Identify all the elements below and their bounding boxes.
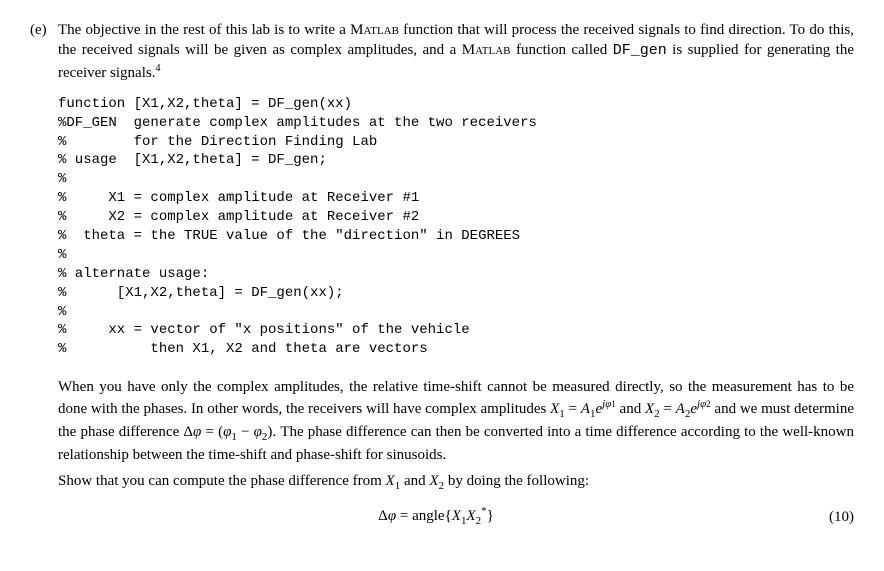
- prompt-X2: X: [429, 473, 438, 489]
- code-line-11: % [X1,X2,theta] = DF_gen(xx);: [58, 285, 344, 301]
- math-close: ).: [267, 424, 280, 440]
- math-eq1: =: [565, 401, 581, 417]
- prompt-and: and: [400, 473, 429, 489]
- intro-paragraph: The objective in the rest of this lab is…: [58, 20, 854, 83]
- equation-number: (10): [814, 507, 854, 527]
- code-line-6: % X1 = complex amplitude at Receiver #1: [58, 190, 419, 206]
- df-gen-tt: DF_gen: [613, 42, 667, 59]
- math-A1: A: [581, 401, 590, 417]
- footnote-marker: 4: [155, 63, 160, 74]
- problem-item: (e) The objective in the rest of this la…: [30, 20, 854, 529]
- eq-phi: φ: [388, 508, 396, 524]
- prompt-X1: X: [386, 473, 395, 489]
- item-body: The objective in the rest of this lab is…: [58, 20, 854, 529]
- eq-X2: X: [466, 508, 475, 524]
- code-line-14: % then X1, X2 and theta are vectors: [58, 341, 428, 357]
- math-X2: X: [645, 401, 654, 417]
- math-X1: X: [550, 401, 559, 417]
- prompt-b: by doing the following:: [444, 473, 589, 489]
- matlab-smallcaps-1: Matlab: [350, 22, 399, 38]
- code-line-2: %DF_GEN generate complex amplitudes at t…: [58, 115, 537, 131]
- item-marker: (e): [30, 20, 50, 529]
- intro-text-3: function called: [511, 42, 613, 58]
- eq-X1: X: [452, 508, 461, 524]
- code-line-10: % alternate usage:: [58, 266, 209, 282]
- show-prompt: Show that you can compute the phase diff…: [58, 471, 854, 494]
- math-and: and: [616, 401, 645, 417]
- code-line-9: %: [58, 247, 66, 263]
- code-line-5: %: [58, 171, 66, 187]
- math-e2: e: [690, 401, 697, 417]
- eq-delta: Δ: [378, 508, 388, 524]
- eq-eq: = angle{: [396, 508, 452, 524]
- code-line-8: % theta = the TRUE value of the "directi…: [58, 228, 520, 244]
- phase-paragraph: When you have only the complex amplitude…: [58, 377, 854, 465]
- code-line-13: % xx = vector of "x positions" of the ve…: [58, 322, 470, 338]
- math-minus: −: [237, 424, 254, 440]
- math-exp2: jφ2: [697, 398, 711, 410]
- equation-body: Δφ = angle{X1X2*}: [58, 504, 814, 529]
- code-block: function [X1,X2,theta] = DF_gen(xx) %DF_…: [58, 95, 854, 359]
- math-eq2: =: [660, 401, 676, 417]
- math-p2: φ: [254, 424, 262, 440]
- matlab-smallcaps-2: Matlab: [462, 42, 511, 58]
- math-exp1: jφ1: [602, 398, 616, 410]
- prompt-a: Show that you can compute the phase diff…: [58, 473, 386, 489]
- code-line-7: % X2 = complex amplitude at Receiver #2: [58, 209, 419, 225]
- math-A2: A: [676, 401, 685, 417]
- code-line-3: % for the Direction Finding Lab: [58, 134, 377, 150]
- code-line-1: function [X1,X2,theta] = DF_gen(xx): [58, 96, 352, 112]
- intro-text-1: The objective in the rest of this lab is…: [58, 22, 350, 38]
- code-line-12: %: [58, 304, 66, 320]
- eq-close: }: [487, 508, 494, 524]
- code-line-4: % usage [X1,X2,theta] = DF_gen;: [58, 152, 327, 168]
- equation-line: Δφ = angle{X1X2*} (10): [58, 504, 854, 529]
- math-eqparen: = (: [201, 424, 223, 440]
